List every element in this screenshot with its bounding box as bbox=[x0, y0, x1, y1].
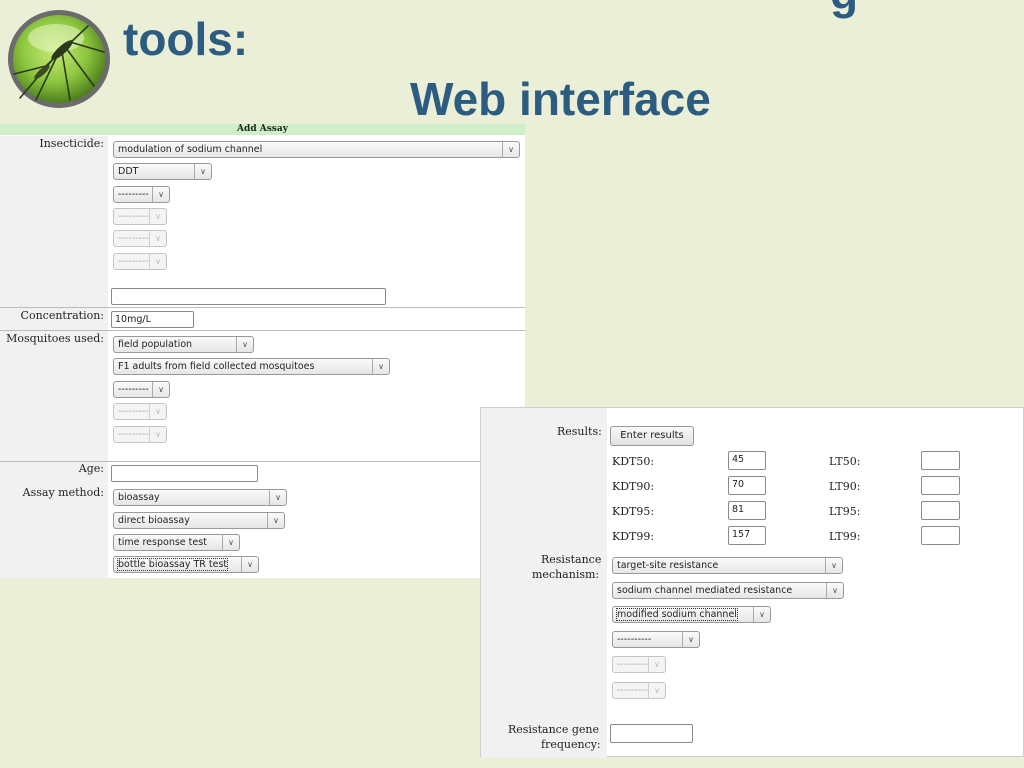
add-assay-header: Add Assay bbox=[0, 124, 525, 135]
mosquito-origin-select[interactable]: F1 adults from field collected mosquitoe… bbox=[113, 358, 390, 375]
mosquito-level3-select[interactable]: --------- ∨ bbox=[113, 381, 170, 398]
chevron-down-icon: ∨ bbox=[149, 404, 166, 419]
chevron-down-icon: ∨ bbox=[149, 231, 166, 246]
label-column bbox=[0, 331, 108, 461]
insecticide-class-select[interactable]: modulation of sodium channel ∨ bbox=[113, 141, 520, 158]
concentration-label: Concentration: bbox=[20, 309, 104, 322]
resistance-mechanism-select-5[interactable]: --------- ∨ bbox=[612, 656, 666, 673]
lt90-label: LT90: bbox=[829, 480, 861, 493]
chevron-down-icon: ∨ bbox=[152, 382, 169, 397]
label-column bbox=[481, 408, 607, 758]
kdt95-label: KDT95: bbox=[612, 505, 655, 518]
chevron-down-icon: ∨ bbox=[372, 359, 389, 374]
insecticide-other-input[interactable] bbox=[111, 288, 386, 305]
resistance-mechanism-select-6[interactable]: --------- ∨ bbox=[612, 682, 666, 699]
assay-method-select-2[interactable]: direct bioassay ∨ bbox=[113, 512, 285, 529]
row-divider bbox=[0, 330, 525, 331]
kdt99-label: KDT99: bbox=[612, 530, 655, 543]
kdt50-input[interactable]: 45 bbox=[728, 451, 766, 470]
results-panel: Results: Enter results KDT50: 45 LT50: K… bbox=[480, 407, 1024, 758]
concentration-input[interactable]: 10mg/L bbox=[111, 311, 194, 328]
mosquito-level5-select[interactable]: --------- ∨ bbox=[113, 426, 167, 443]
kdt90-input[interactable]: 70 bbox=[728, 476, 766, 495]
kdt50-label: KDT50: bbox=[612, 455, 655, 468]
lt50-input[interactable] bbox=[921, 451, 960, 470]
label-column bbox=[0, 462, 108, 578]
insecticide-level4-select[interactable]: --------- ∨ bbox=[113, 208, 167, 225]
resistance-mechanism-select-4[interactable]: ---------- ∨ bbox=[612, 631, 700, 648]
resistance-mechanism-select-2[interactable]: sodium channel mediated resistance ∨ bbox=[612, 582, 844, 599]
chevron-down-icon: ∨ bbox=[826, 583, 843, 598]
mosquitoes-used-label: Mosquitoes used: bbox=[6, 332, 104, 345]
results-label: Results: bbox=[557, 425, 602, 438]
chevron-down-icon: ∨ bbox=[753, 607, 770, 622]
insecticide-level5-select[interactable]: --------- ∨ bbox=[113, 230, 167, 247]
chevron-down-icon: ∨ bbox=[149, 254, 166, 269]
chevron-down-icon: ∨ bbox=[648, 683, 665, 698]
kdt90-label: KDT90: bbox=[612, 480, 655, 493]
mosquito-level4-select[interactable]: --------- ∨ bbox=[113, 403, 167, 420]
lt50-label: LT50: bbox=[829, 455, 861, 468]
resistance-gene-frequency-input[interactable] bbox=[610, 724, 693, 743]
assay-method-select-4[interactable]: bottle bioassay TR test ∨ bbox=[113, 556, 259, 573]
page-title-line1: tools: bbox=[123, 13, 249, 65]
add-assay-panel: Add Assay Insecticide: modulation of sod… bbox=[0, 124, 525, 578]
chevron-down-icon: ∨ bbox=[825, 558, 842, 573]
chevron-down-icon: ∨ bbox=[648, 657, 665, 672]
lt95-label: LT95: bbox=[829, 505, 861, 518]
lt90-input[interactable] bbox=[921, 476, 960, 495]
lt99-input[interactable] bbox=[921, 526, 960, 545]
resistance-gene-label-1: Resistance gene bbox=[508, 723, 599, 736]
resistance-mechanism-select-1[interactable]: target-site resistance ∨ bbox=[612, 557, 843, 574]
row-divider bbox=[0, 307, 525, 308]
lt99-label: LT99: bbox=[829, 530, 861, 543]
chevron-down-icon: ∨ bbox=[236, 337, 253, 352]
assay-method-select-1[interactable]: bioassay ∨ bbox=[113, 489, 287, 506]
enter-results-button[interactable]: Enter results bbox=[610, 426, 694, 446]
kdt99-input[interactable]: 157 bbox=[728, 526, 766, 545]
assay-method-select-3[interactable]: time response test ∨ bbox=[113, 534, 240, 551]
chevron-down-icon: ∨ bbox=[502, 142, 519, 157]
chevron-down-icon: ∨ bbox=[267, 513, 284, 528]
kdt95-input[interactable]: 81 bbox=[728, 501, 766, 520]
assay-method-label: Assay method: bbox=[22, 486, 104, 499]
lt95-input[interactable] bbox=[921, 501, 960, 520]
insecticide-level3-select[interactable]: --------- ∨ bbox=[113, 186, 170, 203]
label-column bbox=[0, 136, 108, 307]
mosquito-type-select[interactable]: field population ∨ bbox=[113, 336, 254, 353]
resistance-mechanism-label-2: mechanism: bbox=[532, 568, 600, 581]
chevron-down-icon: ∨ bbox=[149, 209, 166, 224]
page-title-line2: Web interface bbox=[410, 73, 711, 125]
chevron-down-icon: ∨ bbox=[149, 427, 166, 442]
chevron-down-icon: ∨ bbox=[269, 490, 286, 505]
resistance-mechanism-label-1: Resistance bbox=[541, 553, 602, 566]
chevron-down-icon: ∨ bbox=[222, 535, 239, 550]
age-input[interactable] bbox=[111, 465, 258, 482]
resistance-gene-label-2: frequency: bbox=[541, 738, 601, 751]
age-label: Age: bbox=[78, 462, 104, 475]
insecticide-level6-select[interactable]: --------- ∨ bbox=[113, 253, 167, 270]
resistance-mechanism-select-3[interactable]: modified sodium channel ∨ bbox=[612, 606, 771, 623]
title-fragment: g bbox=[830, 0, 858, 20]
mosquito-logo-icon bbox=[8, 10, 110, 108]
insecticide-compound-select[interactable]: DDT ∨ bbox=[113, 163, 212, 180]
chevron-down-icon: ∨ bbox=[194, 164, 211, 179]
insecticide-label: Insecticide: bbox=[39, 137, 104, 150]
chevron-down-icon: ∨ bbox=[152, 187, 169, 202]
chevron-down-icon: ∨ bbox=[241, 557, 258, 572]
chevron-down-icon: ∨ bbox=[682, 632, 699, 647]
